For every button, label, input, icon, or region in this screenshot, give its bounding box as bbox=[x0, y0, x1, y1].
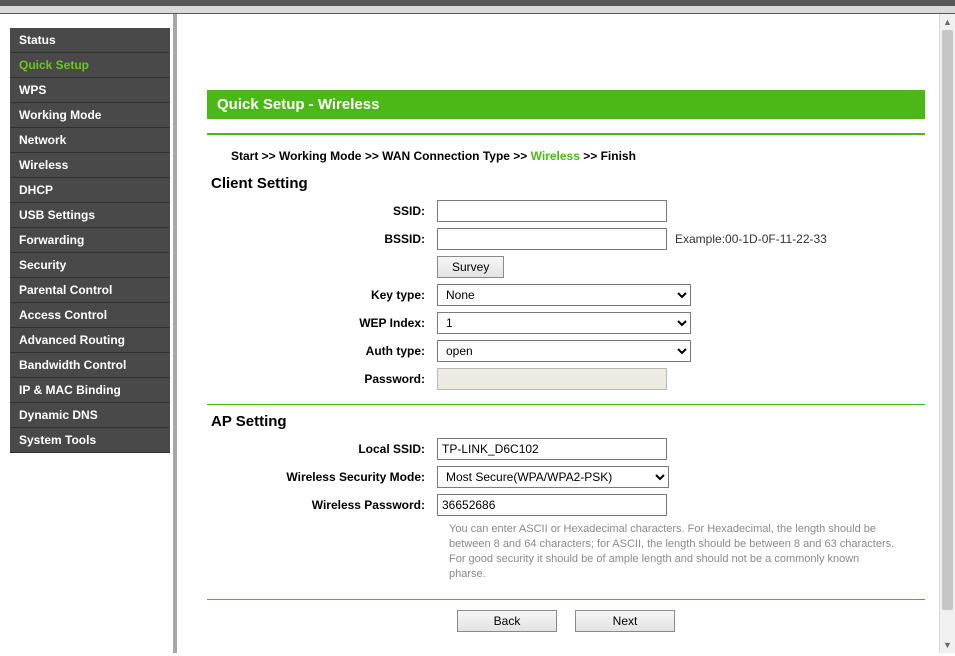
keytype-select[interactable]: None bbox=[437, 284, 691, 306]
sidebar-item-wireless[interactable]: Wireless bbox=[10, 153, 170, 178]
sidebar-item-dynamic-dns[interactable]: Dynamic DNS bbox=[10, 403, 170, 428]
wepindex-label: WEP Index: bbox=[207, 316, 437, 330]
breadcrumb-step-wireless: Wireless bbox=[531, 149, 580, 163]
sidebar-item-dhcp[interactable]: DHCP bbox=[10, 178, 170, 203]
sidebar-item-forwarding[interactable]: Forwarding bbox=[10, 228, 170, 253]
ap-setting-heading: AP Setting bbox=[207, 413, 925, 430]
wepindex-select[interactable]: 1 bbox=[437, 312, 691, 334]
breadcrumb-step-start: Start bbox=[231, 149, 258, 163]
ssid-input[interactable] bbox=[437, 200, 667, 222]
breadcrumb: Start >> Working Mode >> WAN Connection … bbox=[207, 143, 925, 173]
survey-button[interactable]: Survey bbox=[437, 256, 504, 278]
keytype-label: Key type: bbox=[207, 288, 437, 302]
top-chrome-bar bbox=[0, 0, 955, 14]
sidebar-item-bandwidth-control[interactable]: Bandwidth Control bbox=[10, 353, 170, 378]
sidebar-item-network[interactable]: Network bbox=[10, 128, 170, 153]
localssid-label: Local SSID: bbox=[207, 442, 437, 456]
breadcrumb-step-wan: WAN Connection Type bbox=[382, 149, 510, 163]
sidebar-item-access-control[interactable]: Access Control bbox=[10, 303, 170, 328]
sidebar-item-security[interactable]: Security bbox=[10, 253, 170, 278]
main-content: Quick Setup - Wireless Start >> Working … bbox=[177, 14, 955, 653]
scrollbar-thumb[interactable] bbox=[942, 30, 953, 610]
sidebar-item-status[interactable]: Status bbox=[10, 28, 170, 53]
authtype-select[interactable]: open bbox=[437, 340, 691, 362]
sidebar: Status Quick Setup WPS Working Mode Netw… bbox=[0, 14, 177, 653]
secmode-label: Wireless Security Mode: bbox=[207, 470, 437, 484]
client-setting-heading: Client Setting bbox=[207, 175, 925, 192]
ssid-label: SSID: bbox=[207, 204, 437, 218]
sidebar-item-usb-settings[interactable]: USB Settings bbox=[10, 203, 170, 228]
sidebar-item-working-mode[interactable]: Working Mode bbox=[10, 103, 170, 128]
breadcrumb-step-finish: Finish bbox=[601, 149, 636, 163]
sidebar-item-quick-setup[interactable]: Quick Setup bbox=[10, 53, 170, 78]
scroll-down-arrow-icon[interactable]: ▼ bbox=[940, 637, 955, 653]
scroll-up-arrow-icon[interactable]: ▲ bbox=[940, 14, 955, 30]
bssid-hint: Example:00-1D-0F-11-22-33 bbox=[675, 232, 827, 246]
sidebar-item-advanced-routing[interactable]: Advanced Routing bbox=[10, 328, 170, 353]
next-button[interactable]: Next bbox=[575, 610, 675, 632]
secmode-select[interactable]: Most Secure(WPA/WPA2-PSK) bbox=[437, 466, 669, 488]
sidebar-item-ip-mac-binding[interactable]: IP & MAC Binding bbox=[10, 378, 170, 403]
sidebar-item-wps[interactable]: WPS bbox=[10, 78, 170, 103]
client-password-input bbox=[437, 368, 667, 390]
authtype-label: Auth type: bbox=[207, 344, 437, 358]
ap-password-input[interactable] bbox=[437, 494, 667, 516]
sidebar-item-system-tools[interactable]: System Tools bbox=[10, 428, 170, 453]
bssid-input[interactable] bbox=[437, 228, 667, 250]
back-button[interactable]: Back bbox=[457, 610, 557, 632]
bssid-label: BSSID: bbox=[207, 232, 437, 246]
ap-password-label: Wireless Password: bbox=[207, 498, 437, 512]
page-title: Quick Setup - Wireless bbox=[207, 90, 925, 119]
sidebar-item-parental-control[interactable]: Parental Control bbox=[10, 278, 170, 303]
password-help-text: You can enter ASCII or Hexadecimal chara… bbox=[449, 522, 895, 581]
vertical-scrollbar[interactable]: ▲ ▼ bbox=[939, 14, 955, 653]
client-password-label: Password: bbox=[207, 372, 437, 386]
localssid-input[interactable] bbox=[437, 438, 667, 460]
breadcrumb-step-working-mode: Working Mode bbox=[279, 149, 361, 163]
